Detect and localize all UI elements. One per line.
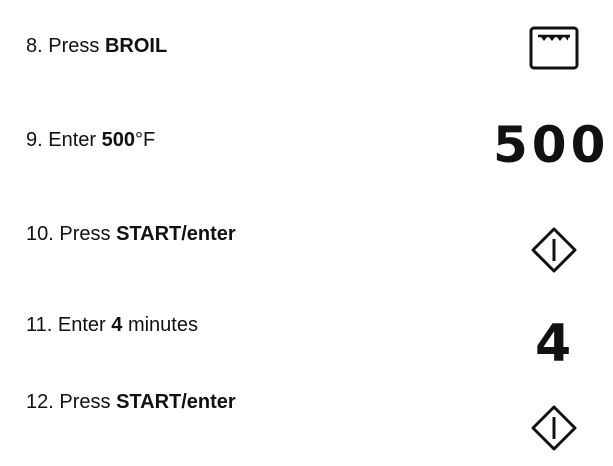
step-number: 12. [26,391,54,413]
step-verb: Press [59,223,111,245]
step-key: 500 [101,129,135,151]
step-number: 9. [26,129,43,151]
step-key: 4 [111,314,123,336]
step-verb: Press [59,391,111,413]
step-key: BROIL [104,35,168,57]
step-number: 11. [26,314,53,336]
step-8: 8. Press BROIL [26,34,167,58]
step-verb: Press [48,35,100,57]
start-diamond-icon [530,226,578,274]
step-verb: Enter [48,129,97,151]
step-unit: minutes [127,314,198,336]
step-10: 10. Press START/enter [26,222,236,246]
step-number: 10. [26,223,54,245]
step-number: 8. [26,35,43,57]
step-key: START/enter [116,223,236,245]
broil-oven-icon [529,26,579,70]
step-key: START/enter [116,391,236,413]
start-diamond-icon [530,404,578,452]
step-11: 11. Enter 4 minutes [26,313,198,337]
step-verb: Enter [57,314,106,336]
time-display: 4 [535,314,572,374]
step-unit: °F [135,129,156,151]
step-9: 9. Enter 500°F [26,128,155,152]
temperature-display: 500 [493,116,610,174]
step-12: 12. Press START/enter [26,390,236,414]
